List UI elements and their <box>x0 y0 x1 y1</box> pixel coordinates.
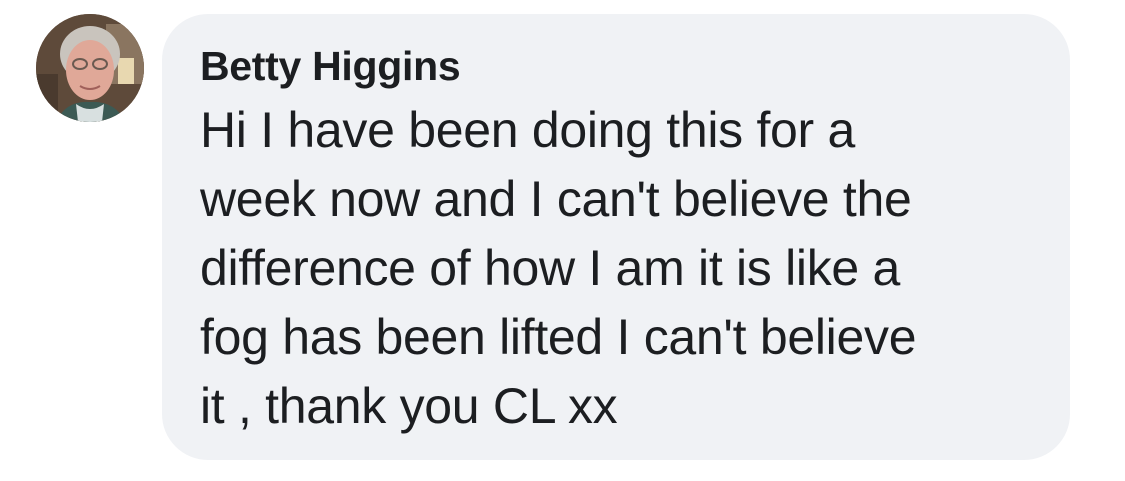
comment-author[interactable]: Betty Higgins <box>200 40 1034 92</box>
comment-bubble: Betty Higgins Hi I have been doing this … <box>162 14 1070 460</box>
avatar[interactable] <box>36 14 144 122</box>
comment-text: Hi I have been doing this for a week now… <box>200 102 917 434</box>
comment-thread: Betty Higgins Hi I have been doing this … <box>0 0 1125 481</box>
profile-photo-icon <box>36 14 144 122</box>
